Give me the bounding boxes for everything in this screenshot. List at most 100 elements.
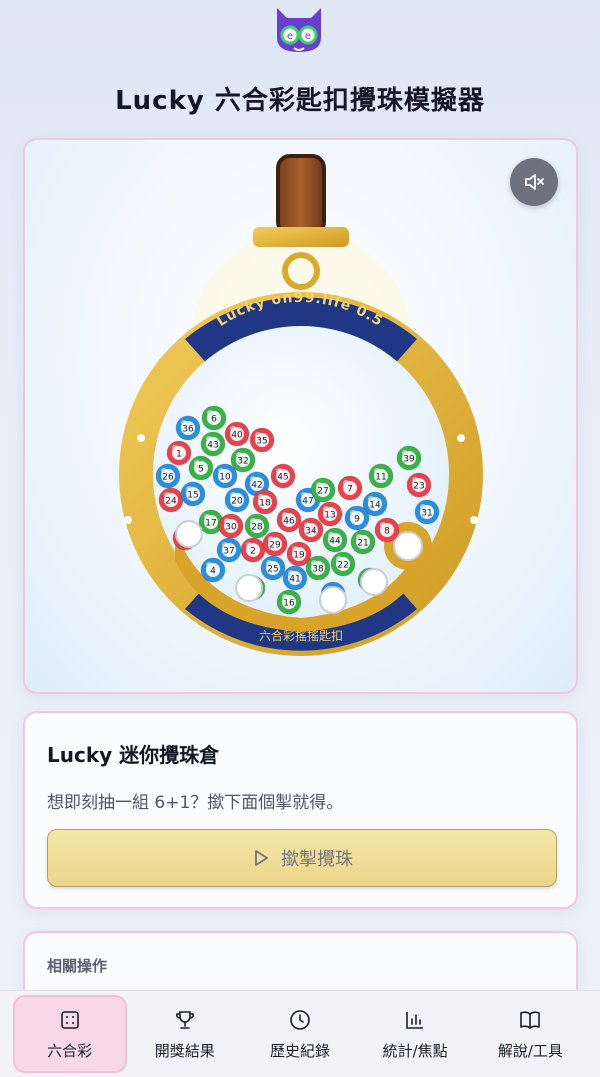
ball-number: 23 <box>413 482 424 492</box>
lottery-ball: 36 <box>175 415 201 441</box>
ball-number: 11 <box>375 473 386 483</box>
ball-number: 46 <box>283 517 295 527</box>
mini-draw-title: Lucky 迷你攪珠倉 <box>47 743 220 767</box>
lottery-ball: 20 <box>224 487 250 513</box>
nav-item-mark-six[interactable]: 六合彩 <box>12 995 127 1073</box>
lottery-ball: 31 <box>414 499 440 525</box>
lottery-ball: 23 <box>406 472 432 498</box>
lottery-ball: 7 <box>337 475 363 501</box>
ball-number: 17 <box>205 519 216 529</box>
nav-label: 歷史紀錄 <box>269 1041 330 1060</box>
ball-number: 14 <box>369 501 381 511</box>
lottery-ball: 44 <box>322 527 348 553</box>
nav-item-stats[interactable]: 統計/焦點 <box>358 995 472 1073</box>
ball-number: 44 <box>329 537 341 547</box>
lottery-ball: 16 <box>276 589 302 615</box>
lottery-ball: 41 <box>282 565 308 591</box>
bottom-navigation: 六合彩 開獎結果 歷史紀錄 統計/焦點 解說/工具 <box>0 990 600 1077</box>
exit-hole <box>393 531 423 561</box>
ball-number: 39 <box>403 455 415 465</box>
lottery-ball: 11 <box>368 463 394 489</box>
ball-number: 28 <box>251 523 263 533</box>
lottery-ball: 38 <box>305 555 331 581</box>
ball-number: 4 <box>210 567 216 577</box>
nav-item-results[interactable]: 開獎結果 <box>128 995 242 1073</box>
ball-number: 24 <box>165 497 177 507</box>
related-actions-title: 相關操作 <box>47 957 108 975</box>
lottery-ball: 40 <box>224 421 250 447</box>
lottery-ball: 37 <box>216 537 242 563</box>
nav-label: 六合彩 <box>47 1041 93 1060</box>
lottery-ball: 26 <box>155 463 181 489</box>
svg-text:e: e <box>287 31 293 42</box>
lottery-ball: 10 <box>212 463 238 489</box>
lottery-ball: 30 <box>218 513 244 539</box>
ball-number: 1 <box>176 450 182 460</box>
bar-chart-icon <box>406 1011 424 1029</box>
ball-number: 13 <box>324 511 335 521</box>
lottery-ball: 46 <box>276 507 302 533</box>
lottery-ball: 35 <box>249 427 275 453</box>
ball-number: 35 <box>256 437 267 447</box>
lottery-ball: 4 <box>200 557 226 583</box>
ball-number: 21 <box>357 539 368 549</box>
ball-number: 18 <box>259 499 271 509</box>
ball-number: 6 <box>211 415 217 425</box>
mini-draw-description: 想即刻抽一組 6+1？撳下面個掣就得。 <box>47 793 344 813</box>
lottery-ball: 9 <box>344 505 370 531</box>
ball-number: 10 <box>219 473 231 483</box>
ball-number: 29 <box>269 541 281 551</box>
ball-number: 34 <box>305 527 317 537</box>
lottery-ball: 8 <box>374 517 400 543</box>
ball-number: 42 <box>251 481 262 491</box>
keychain-machine[interactable]: Lucky on99.life 0.5 六合彩搖搖匙扣 6364043 35132… <box>25 140 578 694</box>
wooden-handle <box>276 154 326 236</box>
lottery-ball: 22 <box>330 551 356 577</box>
lottery-ball: 34 <box>298 517 324 543</box>
lottery-ball: 24 <box>158 487 184 513</box>
ball-number: 2 <box>250 547 256 557</box>
lottery-ball: 25 <box>260 555 286 581</box>
ball-number: 41 <box>289 575 300 585</box>
play-icon <box>255 850 268 866</box>
book-icon <box>520 1010 541 1029</box>
nav-label: 統計/焦點 <box>382 1041 448 1060</box>
ball-number: 31 <box>421 509 432 519</box>
lottery-ball: 21 <box>350 529 376 555</box>
ball-number: 43 <box>207 441 218 451</box>
mute-button[interactable] <box>510 158 558 206</box>
ball-number: 26 <box>162 473 174 483</box>
nav-item-guide[interactable]: 解說/工具 <box>473 995 587 1073</box>
handle-cap <box>253 227 349 247</box>
draw-button[interactable]: 撳掣攪珠 <box>47 829 557 887</box>
ball-number: 7 <box>347 485 353 495</box>
lottery-ball: 43 <box>200 431 226 457</box>
speaker-muted-icon <box>525 174 544 190</box>
ball-number: 45 <box>277 473 288 483</box>
ball-number: 22 <box>337 561 348 571</box>
ball-number: 8 <box>384 527 390 537</box>
ball-number: 37 <box>223 547 234 557</box>
lottery-ball: 2 <box>240 537 266 563</box>
ball-number: 38 <box>312 565 324 575</box>
lottery-ball: 27 <box>310 477 336 503</box>
page-title: Lucky 六合彩匙扣攪珠模擬器 <box>115 86 485 116</box>
lottery-ball: 18 <box>252 489 278 515</box>
ball-number: 5 <box>198 465 204 475</box>
lottery-ball: 39 <box>396 445 422 471</box>
ball-number: 32 <box>237 457 248 467</box>
ball-number: 27 <box>317 487 328 497</box>
ball-number: 30 <box>225 523 237 533</box>
ball-number: 40 <box>231 431 243 441</box>
lottery-ball: 29 <box>262 531 288 557</box>
app-logo: e e <box>277 8 321 52</box>
dice-icon <box>60 1010 79 1029</box>
lottery-ball: 1 <box>166 440 192 466</box>
nav-label: 開獎結果 <box>154 1041 215 1060</box>
draw-button-label: 撳掣攪珠 <box>281 849 353 870</box>
nav-item-history[interactable]: 歷史紀錄 <box>243 995 357 1073</box>
lottery-machine-card: Lucky on99.life 0.5 六合彩搖搖匙扣 6 36 40 43 35 1 32… <box>23 138 578 694</box>
ball-number: 47 <box>302 497 313 507</box>
lottery-ball: 6 <box>201 405 227 431</box>
mini-draw-card: Lucky 迷你攪珠倉 想即刻抽一組 6+1？撳下面個掣就得。 撳掣攪珠 <box>23 711 578 909</box>
